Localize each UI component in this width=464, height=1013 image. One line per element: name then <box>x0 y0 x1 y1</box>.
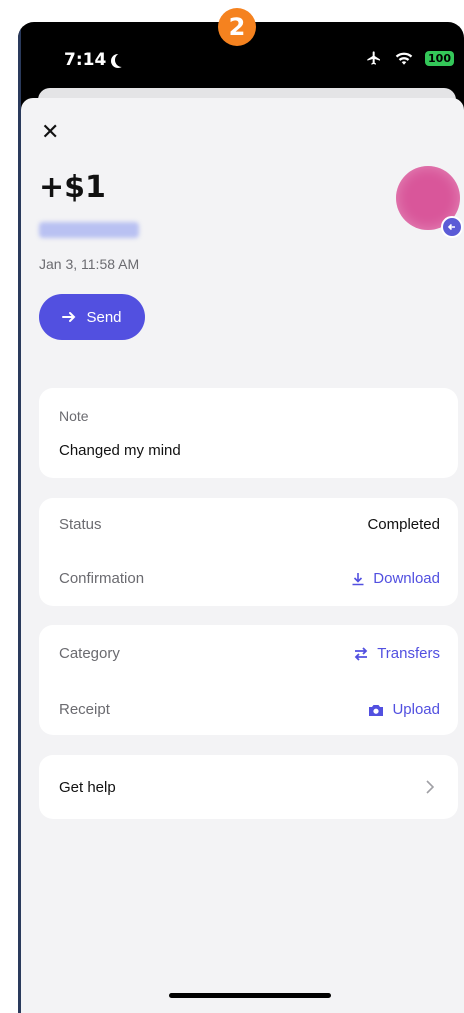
sender-name-redacted <box>39 222 139 238</box>
category-label: Category <box>59 645 120 662</box>
phone-screen: 7:14 100 ✕ +$1 Jan 3, 11:58 AM Send Note… <box>18 22 464 1013</box>
confirmation-label: Confirmation <box>59 570 145 587</box>
camera-icon <box>369 704 384 716</box>
transfer-arrows-icon <box>354 646 368 661</box>
moon-icon <box>115 53 129 67</box>
chevron-right-icon <box>426 780 434 794</box>
step-badge: 2 <box>218 8 256 46</box>
battery-indicator: 100 <box>425 50 454 66</box>
receipt-label: Receipt <box>59 701 110 718</box>
incoming-arrow-icon <box>441 216 463 238</box>
home-indicator <box>169 993 331 998</box>
category-link[interactable]: Transfers <box>353 645 440 662</box>
get-help-label: Get help <box>59 779 116 796</box>
transaction-amount: +$1 <box>39 170 106 205</box>
meta-card: Category Transfers Receipt Upload <box>39 625 458 735</box>
status-time-group: 7:14 <box>64 50 125 70</box>
airplane-icon <box>367 51 381 65</box>
transaction-date: Jan 3, 11:58 AM <box>39 256 140 272</box>
note-label: Note <box>59 408 89 424</box>
wifi-icon <box>395 52 413 65</box>
status-label: Status <box>59 516 102 533</box>
details-card: Status Completed Confirmation Download <box>39 498 458 606</box>
status-icons: 100 <box>365 50 454 66</box>
close-icon[interactable]: ✕ <box>41 120 59 145</box>
download-link[interactable]: Download <box>351 570 440 587</box>
get-help-row[interactable]: Get help <box>39 755 458 819</box>
upload-label: Upload <box>392 701 440 718</box>
upload-link[interactable]: Upload <box>368 701 440 718</box>
note-value: Changed my mind <box>59 442 181 459</box>
download-label: Download <box>373 570 440 587</box>
status-time: 7:14 <box>64 50 107 70</box>
download-icon <box>352 572 364 585</box>
send-button-label: Send <box>86 308 122 326</box>
send-button[interactable]: Send <box>39 294 145 340</box>
note-card: Note Changed my mind <box>39 388 458 478</box>
arrow-right-icon <box>62 312 76 322</box>
status-value: Completed <box>367 516 440 533</box>
category-value: Transfers <box>377 645 440 662</box>
transaction-sheet: ✕ +$1 Jan 3, 11:58 AM Send Note Changed … <box>21 98 464 1013</box>
